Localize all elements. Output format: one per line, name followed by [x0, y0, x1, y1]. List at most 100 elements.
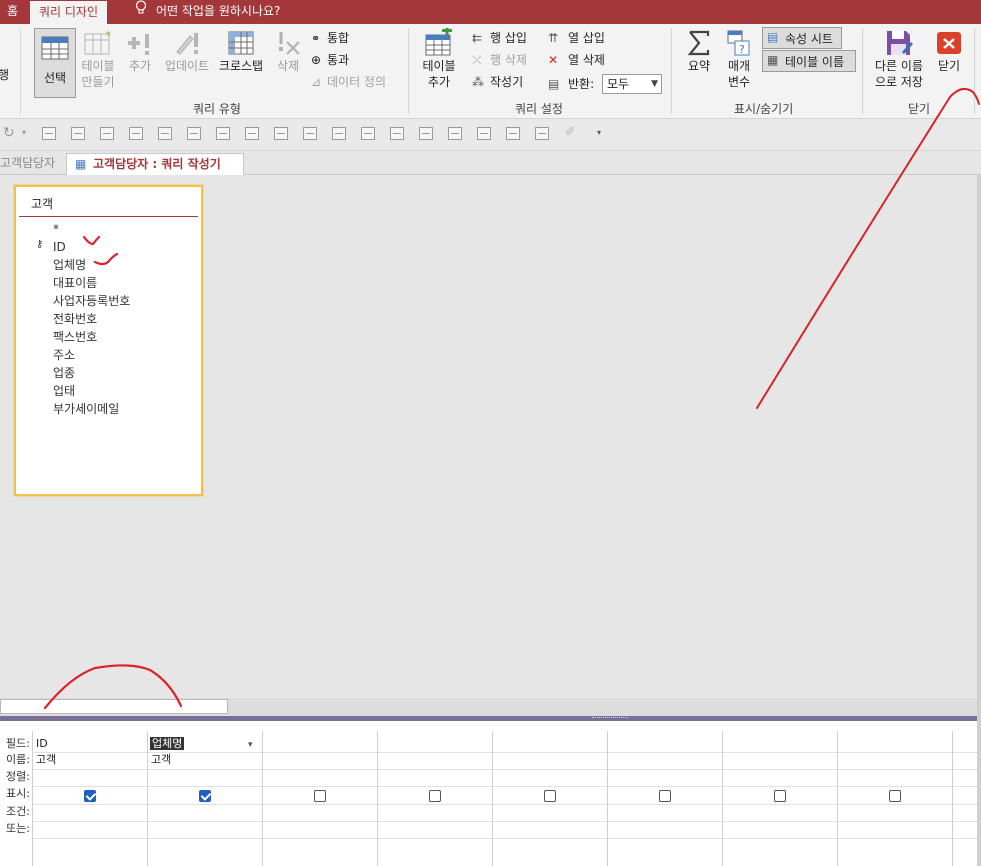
vertical-scrollbar[interactable]: [977, 175, 981, 866]
field-item[interactable]: 전화번호: [53, 310, 130, 328]
return-label: ▤ 반환:: [548, 76, 594, 92]
ribbon-tab-bar: 홈 쿼리 디자인 어떤 작업을 원하시나요?: [0, 0, 981, 24]
layout-tool-icon[interactable]: [129, 127, 143, 140]
builder-button[interactable]: ⁂ 작성기: [472, 74, 523, 90]
show-checkbox[interactable]: [774, 790, 786, 802]
append-icon: [128, 34, 149, 55]
table-name: 고객: [31, 197, 54, 211]
field-item[interactable]: 부가세이메일: [53, 400, 130, 418]
show-checkbox[interactable]: [199, 790, 211, 802]
show-checkbox[interactable]: [429, 790, 441, 802]
show-checkbox[interactable]: [84, 790, 96, 802]
run-button-partial[interactable]: 행: [0, 67, 9, 83]
layout-tool-icon[interactable]: [535, 127, 549, 140]
save-as-button[interactable]: 다른 이름 으로 저장: [870, 28, 928, 90]
make-table-button[interactable]: ✶ 테이블 만들기: [79, 28, 117, 90]
save-as-label-2: 으로 저장: [875, 75, 923, 89]
delete-query-button[interactable]: 삭제: [272, 28, 304, 74]
make-table-label-2: 만들기: [81, 75, 115, 89]
return-label-text: 반환:: [568, 77, 595, 91]
field-item[interactable]: ID: [53, 238, 130, 256]
show-checkbox[interactable]: [314, 790, 326, 802]
tab-query-design[interactable]: 쿼리 디자인: [30, 0, 108, 24]
design-horizontal-scrollbar[interactable]: [0, 698, 977, 716]
dropdown-arrow-icon[interactable]: ▾: [22, 128, 26, 137]
parameters-icon: ?: [727, 30, 750, 56]
row-label-table: 이름:: [6, 753, 30, 766]
layout-tool-icon[interactable]: [332, 127, 346, 140]
globe-icon: ⊕: [311, 53, 322, 67]
layout-tool-icon[interactable]: [448, 127, 462, 140]
layout-tool-icon[interactable]: [245, 127, 259, 140]
toolbar-overflow-icon[interactable]: ▾: [597, 128, 601, 137]
splitter-grip[interactable]: [592, 717, 628, 720]
delete-columns-button[interactable]: ✕ 열 삭제: [548, 52, 605, 68]
totals-button[interactable]: 요약: [682, 28, 716, 74]
show-checkbox[interactable]: [544, 790, 556, 802]
crosstab-label: 크로스탭: [218, 59, 264, 73]
layout-tool-icon[interactable]: [361, 127, 375, 140]
table-field-list[interactable]: 고객 ⚷ * ID 업체명 대표이름 사업자등록번호 전화번호 팩스번호 주소 …: [14, 185, 203, 496]
layout-tool-icon[interactable]: [100, 127, 114, 140]
field-item[interactable]: *: [53, 220, 130, 238]
data-definition-icon: ⊿: [311, 75, 322, 89]
chevron-down-icon[interactable]: ▾: [248, 740, 253, 750]
return-values-dropdown[interactable]: 모두 ▼: [602, 74, 662, 94]
layout-tool-icon[interactable]: [42, 127, 56, 140]
insert-columns-button[interactable]: ⇈ 열 삽입: [548, 30, 605, 46]
grid-table-cell[interactable]: 고객: [36, 752, 56, 768]
insert-columns-icon: ⇈: [548, 31, 559, 45]
select-label: 선택: [43, 71, 67, 85]
table-names-button[interactable]: ▦ 테이블 이름: [762, 50, 856, 72]
field-item[interactable]: 업체명: [53, 256, 130, 274]
union-button[interactable]: ⚭ 통합: [311, 30, 349, 47]
data-definition-button[interactable]: ⊿ 데이터 정의: [311, 74, 386, 90]
brush-icon[interactable]: ✐: [565, 125, 576, 140]
append-button[interactable]: 추가: [123, 28, 157, 74]
layout-tool-icon[interactable]: [274, 127, 288, 140]
delete-rows-button[interactable]: ⤬ 행 삭제: [472, 52, 527, 68]
close-query-button[interactable]: 닫기: [933, 28, 965, 74]
update-label: 업데이트: [164, 59, 210, 73]
pass-through-button[interactable]: ⊕ 통과: [311, 52, 349, 68]
tell-me-box[interactable]: 어떤 작업을 원하시나요?: [132, 0, 280, 24]
insert-columns-label: 열 삽입: [568, 31, 605, 45]
field-item[interactable]: 팩스번호: [53, 328, 130, 346]
update-button[interactable]: 업데이트: [162, 28, 212, 74]
layout-tool-icon[interactable]: [187, 127, 201, 140]
crosstab-button[interactable]: 크로스탭: [214, 28, 268, 74]
field-item[interactable]: 사업자등록번호: [53, 292, 130, 310]
field-item[interactable]: 대표이름: [53, 274, 130, 292]
layout-tool-icon[interactable]: [158, 127, 172, 140]
layout-tool-icon[interactable]: [303, 127, 317, 140]
select-query-button[interactable]: 선택: [34, 28, 76, 98]
svg-text:✶: ✶: [104, 29, 112, 40]
property-sheet-button[interactable]: ▤ 속성 시트: [762, 27, 842, 49]
ribbon: 행 선택 ✶ 테이블 만들기 추가 업데이트 크로스탭 삭제 ⚭ 통합 ⊕ 통과…: [0, 24, 981, 119]
show-table-button[interactable]: 테이블 추가: [419, 28, 459, 90]
field-item[interactable]: 주소: [53, 346, 130, 364]
layout-tool-icon[interactable]: [71, 127, 85, 140]
grid-field-cell[interactable]: ID: [36, 736, 48, 752]
layout-tool-icon[interactable]: [216, 127, 230, 140]
layout-tool-icon[interactable]: [419, 127, 433, 140]
grid-field-cell-selected[interactable]: 업체명: [150, 736, 185, 752]
insert-rows-button[interactable]: ⇇ 행 삽입: [472, 30, 527, 46]
grid-table-cell[interactable]: 고객: [151, 752, 171, 768]
parameters-button[interactable]: ? 매개 변수: [721, 28, 757, 90]
layout-tool-icon[interactable]: [390, 127, 404, 140]
show-checkbox[interactable]: [889, 790, 901, 802]
show-checkbox[interactable]: [659, 790, 671, 802]
field-item[interactable]: 업종: [53, 364, 130, 382]
delete-columns-icon: ✕: [548, 53, 559, 67]
scrollbar-thumb[interactable]: [0, 699, 228, 714]
doc-tab-inactive[interactable]: 고객담당자: [0, 153, 55, 175]
redo-icon[interactable]: ↻: [3, 125, 15, 141]
layout-tool-icon[interactable]: [506, 127, 520, 140]
query-design-grid: 필드: 이름: 정렬: 표시: 조건: 또는: ID 고객 업체명 ▾ 고객: [0, 721, 977, 866]
doc-tab-query-builder[interactable]: ▦ 고객담당자 : 쿼리 작성기: [66, 153, 244, 176]
field-item[interactable]: 업태: [53, 382, 130, 400]
insert-rows-label: 행 삽입: [490, 31, 527, 45]
tab-home[interactable]: 홈: [0, 0, 27, 24]
layout-tool-icon[interactable]: [477, 127, 491, 140]
